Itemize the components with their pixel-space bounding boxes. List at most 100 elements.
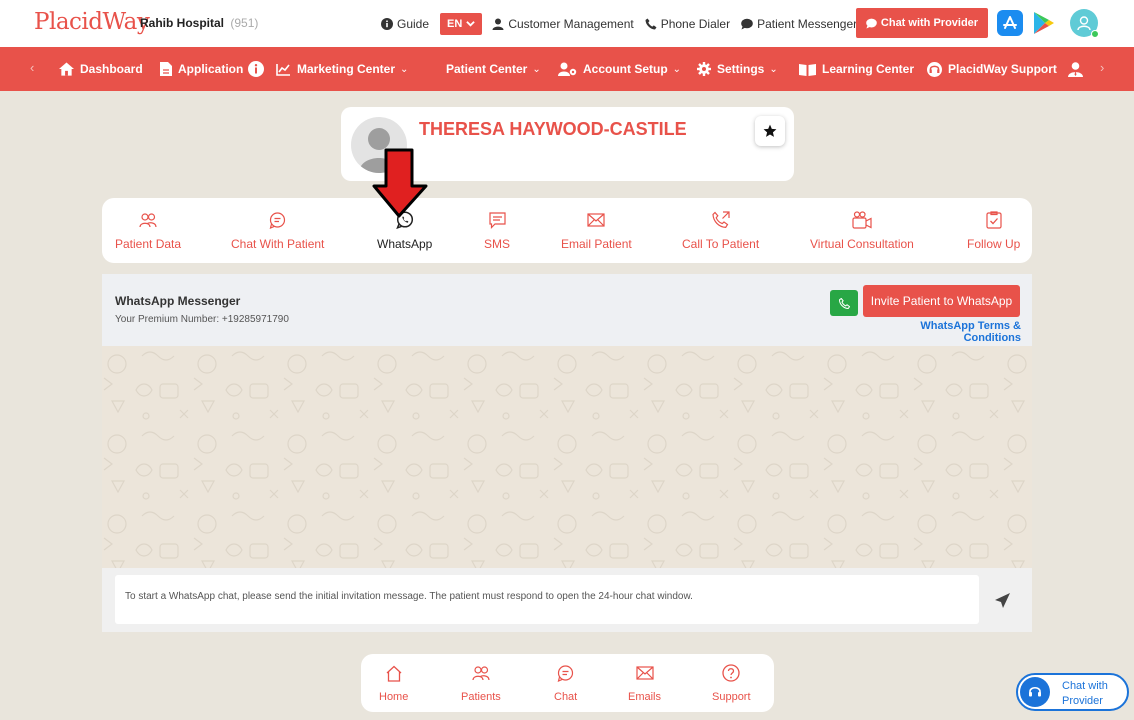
- hospital-name: Rahib Hospital (951): [140, 16, 258, 30]
- bottom-nav-chat-label: Chat: [554, 691, 578, 703]
- book-open-icon: [799, 63, 816, 76]
- google-play-icon[interactable]: [1031, 11, 1055, 35]
- user-avatar[interactable]: [1070, 9, 1099, 38]
- tab-patient-data[interactable]: Patient Data: [115, 198, 181, 263]
- chat-with-provider-widget[interactable]: Chat with Provider: [1016, 673, 1129, 711]
- message-icon: [866, 18, 877, 29]
- nav-application[interactable]: Application: [160, 47, 270, 91]
- customer-management-link[interactable]: Customer Management: [492, 16, 634, 31]
- checklist-icon: [986, 211, 1002, 229]
- patient-action-tabs: Patient Data Chat With Patient WhatsApp …: [102, 198, 1032, 263]
- send-icon: [994, 592, 1010, 608]
- sms-icon: [488, 211, 506, 229]
- phone-dialer-label: Phone Dialer: [660, 16, 731, 31]
- chevron-down-icon: ⌄: [400, 63, 409, 75]
- nav-patient-center[interactable]: Patient Center ⌄: [446, 47, 541, 91]
- user-tie-icon: [1068, 61, 1083, 77]
- online-status-dot: [1091, 30, 1099, 38]
- chevron-down-icon: [466, 21, 476, 27]
- whatsapp-call-button[interactable]: [830, 290, 858, 316]
- tab-chat-with-patient-label: Chat With Patient: [231, 237, 325, 251]
- nav-placidway-support[interactable]: PlacidWay Support: [927, 47, 1057, 91]
- star-icon: [763, 124, 777, 137]
- home-icon: [59, 62, 74, 76]
- patient-name: THERESA HAYWOOD-CASTILE: [419, 119, 687, 139]
- app-store-icon[interactable]: [997, 10, 1023, 36]
- users-icon: [472, 666, 490, 681]
- message-input[interactable]: To start a WhatsApp chat, please send th…: [115, 575, 979, 624]
- phone-outgoing-icon: [711, 211, 730, 229]
- chevron-down-icon: ⌄: [672, 63, 682, 75]
- tab-patient-data-label: Patient Data: [115, 237, 182, 251]
- placidway-logo[interactable]: PlacidWay: [34, 9, 150, 35]
- nav-application-label: Application: [178, 62, 244, 76]
- document-icon: [160, 62, 172, 76]
- nav-scroll-left-icon[interactable]: ‹: [30, 60, 34, 75]
- phone-icon: [645, 18, 657, 29]
- tab-email-patient[interactable]: Email Patient: [561, 198, 632, 263]
- nav-settings[interactable]: Settings ⌄: [697, 47, 778, 91]
- users-icon: [139, 213, 157, 228]
- bottom-nav-emails[interactable]: Emails: [628, 654, 661, 712]
- envelope-icon: [635, 666, 654, 680]
- whatsapp-terms-link[interactable]: WhatsApp Terms & Conditions: [864, 320, 1021, 344]
- tab-virtual-consultation[interactable]: Virtual Consultation: [810, 198, 914, 263]
- patient-messenger-link[interactable]: Patient Messenger: [741, 17, 857, 31]
- chat-with-provider-button[interactable]: Chat with Provider: [856, 8, 988, 38]
- tab-sms[interactable]: SMS: [484, 198, 510, 263]
- tab-follow-up[interactable]: Follow Up: [967, 198, 1020, 263]
- nav-dashboard[interactable]: Dashboard: [59, 47, 143, 91]
- premium-number: Your Premium Number: +19285971790: [115, 314, 289, 325]
- nav-learning-center-label: Learning Center: [822, 62, 915, 76]
- nav-account-setup[interactable]: Account Setup ⌄: [558, 47, 681, 91]
- language-select[interactable]: EN: [440, 12, 483, 35]
- bottom-nav-patients[interactable]: Patients: [461, 654, 501, 712]
- envelope-icon: [587, 213, 605, 227]
- chat-with-provider-label: Chat with Provider: [880, 17, 979, 29]
- favorite-button[interactable]: [755, 116, 785, 146]
- chat-bubble-icon: [557, 664, 574, 682]
- tab-chat-with-patient[interactable]: Chat With Patient: [231, 198, 324, 263]
- bottom-nav-home-label: Home: [379, 691, 409, 703]
- bottom-nav-chat[interactable]: Chat: [554, 654, 577, 712]
- tab-call-to-patient[interactable]: Call To Patient: [682, 198, 759, 263]
- tab-email-patient-label: Email Patient: [561, 237, 632, 251]
- nav-account-setup-label: Account Setup: [583, 62, 668, 76]
- guide-link[interactable]: Guide: [381, 17, 429, 31]
- nav-learning-center[interactable]: Learning Center: [799, 47, 914, 91]
- nav-marketing-center[interactable]: Marketing Center ⌄: [276, 47, 408, 91]
- headset-icon: [1020, 677, 1050, 707]
- chat-float-line1: Chat with: [1062, 680, 1108, 692]
- send-button[interactable]: [990, 588, 1014, 612]
- bottom-nav-emails-label: Emails: [628, 691, 662, 703]
- tab-whatsapp-label: WhatsApp: [377, 237, 433, 251]
- nav-dashboard-label: Dashboard: [80, 62, 143, 76]
- invite-patient-button[interactable]: Invite Patient to WhatsApp: [863, 285, 1020, 317]
- chat-wallpaper: [102, 346, 1032, 568]
- phone-dialer-link[interactable]: Phone Dialer: [645, 17, 730, 31]
- gear-icon: [697, 62, 711, 76]
- hospital-label: Rahib Hospital: [140, 16, 225, 30]
- nav-user-menu[interactable]: [1068, 47, 1089, 91]
- chat-float-line2: Provider: [1062, 695, 1103, 707]
- user-icon: [492, 18, 504, 30]
- video-icon: [852, 211, 872, 229]
- chat-with-provider-widget-label: Chat with Provider: [1062, 679, 1108, 709]
- whatsapp-title: WhatsApp Messenger: [115, 294, 241, 308]
- bottom-nav-patients-label: Patients: [461, 691, 501, 703]
- whatsapp-chat-area: [102, 346, 1032, 568]
- home-icon: [386, 665, 402, 682]
- chart-line-icon: [276, 63, 290, 76]
- guide-label: Guide: [397, 16, 430, 31]
- tab-virtual-consultation-label: Virtual Consultation: [810, 237, 914, 251]
- user-icon: [1077, 16, 1091, 31]
- nav-marketing-center-label: Marketing Center: [297, 62, 396, 76]
- phone-icon: [838, 297, 850, 309]
- main-nav: ‹ Dashboard Application Marketing Center…: [0, 47, 1134, 91]
- hospital-count: (951): [230, 16, 259, 30]
- customer-management-label: Customer Management: [508, 16, 634, 31]
- annotation-arrow-icon: [372, 148, 428, 218]
- bottom-nav-home[interactable]: Home: [379, 654, 408, 712]
- bottom-nav-support[interactable]: Support: [712, 654, 751, 712]
- nav-scroll-right-icon[interactable]: ›: [1100, 60, 1104, 75]
